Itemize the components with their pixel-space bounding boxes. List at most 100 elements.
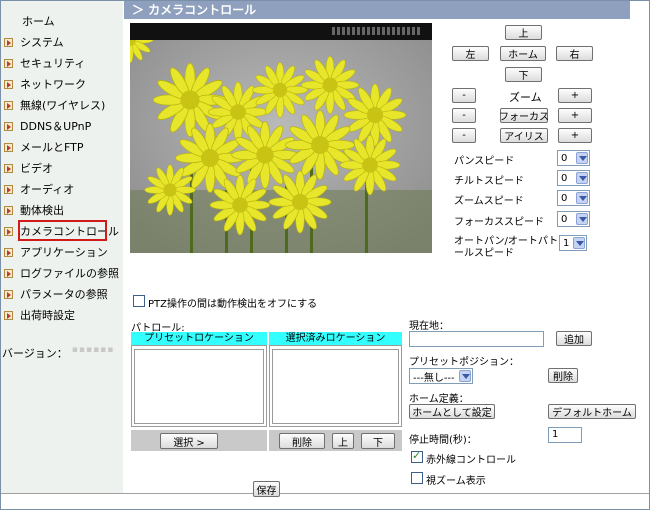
current-position-input[interactable]	[409, 331, 544, 347]
sidebar-item-label: セキュリティ	[20, 57, 86, 70]
set-as-home-button[interactable]: ホームとして設定	[409, 404, 495, 419]
pan-down-button[interactable]: 下	[505, 67, 542, 82]
sidebar-item-mail-ftp[interactable]: メールとFTP	[4, 138, 84, 156]
preset-locations-header: プリセットロケーション	[131, 332, 267, 345]
sidebar-item-label: オーディオ	[20, 183, 75, 196]
sidebar-item-factory-default[interactable]: 出荷時設定	[4, 306, 75, 324]
pan-speed-select[interactable]: 0	[557, 150, 590, 166]
zoom-in-button[interactable]: +	[558, 88, 592, 103]
dwell-time-label: 停止時間(秒)：	[409, 435, 477, 446]
move-up-button[interactable]: 上	[332, 433, 354, 449]
zoom-speed-select[interactable]: 0	[557, 190, 590, 206]
sidebar-item-home[interactable]: ホーム	[22, 12, 55, 30]
home-button[interactable]: ホーム	[500, 46, 546, 61]
add-preset-button[interactable]: 追加	[556, 331, 592, 346]
select-location-button[interactable]: 選択 >	[160, 433, 218, 449]
sidebar-item-video[interactable]: ビデオ	[4, 159, 53, 177]
delete-preset-button[interactable]: 削除	[548, 368, 578, 383]
sidebar-item-label: ネットワーク	[20, 78, 86, 91]
chevron-down-icon	[576, 152, 588, 164]
arrow-icon	[4, 310, 13, 320]
current-position-label: 現在地：	[409, 321, 449, 332]
sidebar-item-wireless[interactable]: 無線(ワイヤレス)	[4, 96, 105, 114]
pan-right-button[interactable]: 右	[556, 46, 593, 61]
sidebar-item-parameter-view[interactable]: パラメータの参照	[4, 285, 108, 303]
preset-locations-list[interactable]	[134, 349, 264, 424]
arrow-icon	[4, 58, 13, 68]
pan-speed-label: パンスピード	[454, 156, 515, 167]
sidebar-item-label: DDNS＆UPnP	[20, 120, 92, 133]
ir-control-label: 赤外線コントロール	[426, 455, 516, 466]
chevron-down-icon	[576, 172, 588, 184]
focus-button[interactable]: フォーカス	[499, 108, 549, 123]
arrow-icon	[4, 268, 13, 278]
sidebar-item-log-view[interactable]: ログファイルの参照	[4, 264, 119, 282]
iris-button[interactable]: アイリス	[500, 128, 548, 143]
sidebar-item-security[interactable]: セキュリティ	[4, 54, 85, 72]
sidebar-item-network[interactable]: ネットワーク	[4, 75, 86, 93]
iris-close-button[interactable]: -	[452, 128, 476, 143]
remove-location-button[interactable]: 削除	[279, 433, 325, 449]
sidebar-item-label: 無線(ワイヤレス)	[20, 99, 106, 112]
chevron-down-icon	[576, 192, 588, 204]
arrow-icon	[4, 184, 13, 194]
focus-speed-label: フォーカススピード	[454, 217, 544, 228]
iris-open-button[interactable]: +	[558, 128, 592, 143]
arrow-icon	[4, 163, 13, 173]
sidebar-item-label: アプリケーション	[20, 246, 108, 259]
select-value: 0	[561, 172, 568, 184]
focus-near-button[interactable]: -	[452, 108, 476, 123]
sidebar-item-label: 出荷時設定	[20, 309, 75, 322]
dwell-time-input[interactable]: 1	[548, 427, 582, 443]
digital-zoom-checkbox[interactable]	[411, 472, 423, 484]
arrow-icon	[4, 226, 13, 236]
save-button[interactable]: 保存	[253, 481, 280, 497]
video-header	[130, 23, 432, 40]
sidebar-item-motion-detection[interactable]: 動体検出	[4, 201, 64, 219]
video-timestamp	[332, 27, 422, 35]
sidebar-item-system[interactable]: システム	[4, 33, 64, 51]
autopan-speed-label-2: ールスピード	[454, 248, 514, 259]
sidebar-item-label: 動体検出	[20, 204, 64, 217]
pan-up-button[interactable]: 上	[505, 25, 542, 40]
sidebar-item-ddns-upnp[interactable]: DDNS＆UPnP	[4, 117, 91, 135]
arrow-icon	[4, 100, 13, 110]
selected-locations-list[interactable]	[272, 349, 399, 424]
ptz-disable-motion-checkbox[interactable]	[133, 295, 145, 307]
select-value: 1	[563, 237, 570, 249]
pan-left-button[interactable]: 左	[452, 46, 489, 61]
default-home-button[interactable]: デフォルトホーム	[548, 404, 636, 419]
selected-locations-frame	[269, 345, 402, 427]
zoom-speed-label: ズームスピード	[454, 196, 524, 207]
tilt-speed-select[interactable]: 0	[557, 170, 590, 186]
version-label: バージョン：	[2, 347, 68, 360]
arrow-icon	[4, 289, 13, 299]
arrow-icon	[4, 142, 13, 152]
page-title: ＞ カメラコントロール	[124, 1, 630, 19]
select-value: 0	[561, 192, 568, 204]
active-item-highlight	[18, 220, 107, 241]
sidebar-item-label: パラメータの参照	[20, 288, 108, 301]
move-down-button[interactable]: 下	[361, 433, 395, 449]
sidebar-item-applications[interactable]: アプリケーション	[4, 243, 108, 261]
digital-zoom-label: 視ズーム表示	[426, 476, 486, 487]
select-value: ---無し---	[413, 372, 455, 384]
tilt-speed-label: チルトスピード	[454, 176, 524, 187]
arrow-icon	[4, 247, 13, 257]
autopan-speed-select[interactable]: 1	[559, 235, 587, 251]
ir-control-checkbox[interactable]	[411, 449, 423, 463]
version-value: ▪▪▪▪▪▪	[71, 345, 115, 355]
sidebar-item-label: ログファイルの参照	[20, 267, 119, 280]
version-info: バージョン： ▪▪▪▪▪▪	[2, 345, 114, 361]
zoom-label: ズーム	[509, 91, 542, 104]
focus-far-button[interactable]: +	[558, 108, 592, 123]
arrow-icon	[4, 121, 13, 131]
select-value: 0	[561, 152, 568, 164]
focus-speed-select[interactable]: 0	[557, 211, 590, 227]
zoom-out-button[interactable]: -	[452, 88, 476, 103]
footer-divider	[1, 493, 649, 494]
preset-position-select[interactable]: ---無し---	[409, 368, 473, 384]
preset-position-label: プリセットポジション：	[409, 357, 519, 368]
video-preview	[130, 23, 432, 253]
sidebar-item-audio[interactable]: オーディオ	[4, 180, 74, 198]
